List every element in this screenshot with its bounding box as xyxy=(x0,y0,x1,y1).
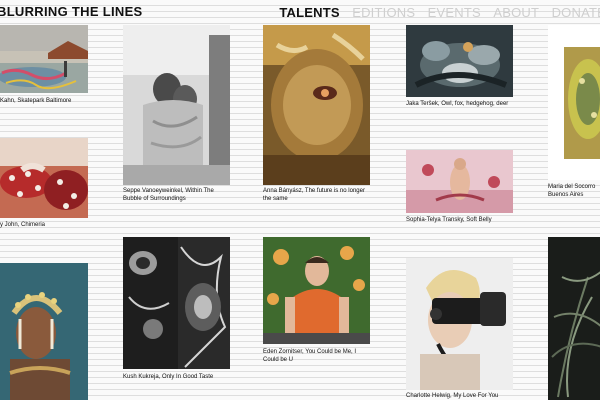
nav-events[interactable]: EVENTS xyxy=(428,5,481,20)
artwork-image-my-love[interactable] xyxy=(406,258,513,390)
artwork-image-skatepark[interactable] xyxy=(0,25,88,93)
site-header: BLURRING THE LINES TALENTS EDITIONS EVEN… xyxy=(0,0,600,26)
nav-talents[interactable]: TALENTS xyxy=(279,5,339,20)
artwork-card-plant[interactable] xyxy=(548,237,600,400)
artwork-card-chimeria[interactable]: y John, Chimeria xyxy=(0,138,88,228)
artwork-card-could-be-me[interactable]: Eden Zornitser, You Could be Me, I Could… xyxy=(263,237,370,363)
artwork-caption[interactable]: Kahn, Skatepark Baltimore xyxy=(0,97,88,105)
artwork-caption[interactable]: Eden Zornitser, You Could be Me, I Could… xyxy=(263,348,370,364)
artwork-card-portrait-headdress[interactable] xyxy=(0,263,88,400)
artwork-image-could-be-me[interactable] xyxy=(263,237,370,344)
artwork-card-future[interactable]: Anna Bányász, The future is no longer th… xyxy=(263,25,370,202)
artwork-caption[interactable]: Jaka Teršek, Owl, fox, hedgehog, deer xyxy=(406,100,513,108)
artwork-card-owl-fox[interactable]: Jaka Teršek, Owl, fox, hedgehog, deer xyxy=(406,25,513,107)
artwork-card-soft-belly[interactable]: Sophia-Telya Transky, Soft Belly xyxy=(406,150,513,223)
artwork-image-plant[interactable] xyxy=(548,237,600,400)
artwork-image-portrait-headdress[interactable] xyxy=(0,263,88,400)
main-nav: TALENTS EDITIONS EVENTS ABOUT DONATE xyxy=(271,4,600,22)
nav-editions[interactable]: EDITIONS xyxy=(352,5,415,20)
artwork-card-buenos-aires[interactable]: Maria del Socorro Buenos Aires xyxy=(548,25,600,198)
artwork-caption[interactable]: Seppe Vanoeyweinkel, Within The Bubble o… xyxy=(123,187,230,203)
artwork-caption[interactable]: y John, Chimeria xyxy=(0,221,88,229)
artwork-card-skatepark[interactable]: Kahn, Skatepark Baltimore xyxy=(0,25,88,104)
artwork-image-future[interactable] xyxy=(263,25,370,185)
artwork-caption[interactable]: Kush Kukreja, Only In Good Taste xyxy=(123,373,230,381)
artwork-caption[interactable]: Charlotte Helwig, My Love For You xyxy=(406,392,513,400)
nav-about[interactable]: ABOUT xyxy=(493,5,539,20)
artwork-image-bubble[interactable] xyxy=(123,25,230,185)
artwork-image-owl-fox[interactable] xyxy=(406,25,513,97)
artwork-caption[interactable]: Maria del Socorro Buenos Aires xyxy=(548,183,600,199)
artwork-image-good-taste[interactable] xyxy=(123,237,230,369)
artwork-image-soft-belly[interactable] xyxy=(406,150,513,213)
artwork-caption[interactable]: Anna Bányász, The future is no longer th… xyxy=(263,187,370,203)
site-title[interactable]: BLURRING THE LINES xyxy=(0,4,143,19)
artwork-card-bubble[interactable]: Seppe Vanoeyweinkel, Within The Bubble o… xyxy=(123,25,230,202)
artwork-image-buenos-aires[interactable] xyxy=(548,25,600,180)
artwork-card-good-taste[interactable]: Kush Kukreja, Only In Good Taste xyxy=(123,237,230,380)
artwork-caption[interactable]: Sophia-Telya Transky, Soft Belly xyxy=(406,216,513,224)
artwork-card-my-love[interactable]: Charlotte Helwig, My Love For You xyxy=(406,258,513,399)
artwork-image-chimeria[interactable] xyxy=(0,138,88,218)
nav-donate[interactable]: DONATE xyxy=(552,5,600,20)
